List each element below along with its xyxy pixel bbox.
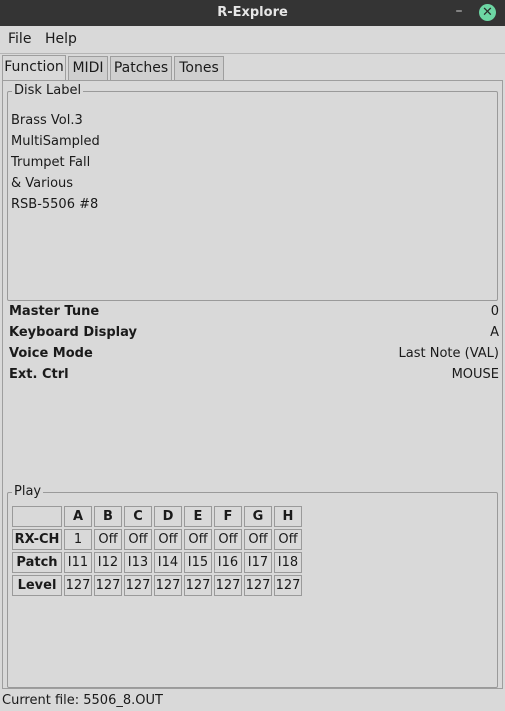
table-header-row: A B C D E F G H — [12, 506, 302, 527]
row-header: RX-CH — [12, 529, 62, 550]
param-keyboard-display: Keyboard Display A — [9, 325, 499, 345]
level-cell: 127 — [154, 575, 182, 596]
column-header: E — [184, 506, 212, 527]
disk-label-line: MultiSampled — [11, 134, 100, 149]
rxch-cell: Off — [154, 529, 182, 550]
status-bar: Current file: 5506_8.OUT — [2, 693, 163, 708]
param-label: Voice Mode — [9, 346, 93, 361]
patch-cell: I11 — [64, 552, 92, 573]
tab-function[interactable]: Function — [2, 55, 66, 81]
disk-label-title: Disk Label — [12, 83, 84, 98]
param-label: Keyboard Display — [9, 325, 137, 340]
level-cell: 127 — [64, 575, 92, 596]
menu-file[interactable]: File — [8, 31, 31, 47]
rxch-cell: Off — [94, 529, 122, 550]
level-cell: 127 — [214, 575, 242, 596]
disk-label-group: Disk Label Brass Vol.3 MultiSampled Trum… — [7, 84, 498, 301]
rxch-cell: Off — [184, 529, 212, 550]
param-value: 0 — [490, 304, 499, 319]
disk-label-line: Trumpet Fall — [11, 155, 91, 170]
patch-cell: I17 — [244, 552, 272, 573]
param-value: Last Note (VAL) — [398, 346, 499, 361]
play-table: A B C D E F G H RX-CH 1 Off Off Off Off … — [10, 504, 304, 598]
table-row: Patch I11 I12 I13 I14 I15 I16 I17 I18 — [12, 552, 302, 573]
column-header: F — [214, 506, 242, 527]
main-window: File Help Function MIDI Patches Tones Di… — [0, 26, 505, 711]
tab-tones[interactable]: Tones — [174, 56, 224, 80]
level-cell: 127 — [94, 575, 122, 596]
minimize-icon[interactable]: – — [451, 2, 467, 20]
table-corner — [12, 506, 62, 527]
play-group: Play A B C D E F G H RX-CH 1 Off Off Off… — [7, 485, 498, 688]
column-header: C — [124, 506, 152, 527]
table-row: Level 127 127 127 127 127 127 127 127 — [12, 575, 302, 596]
column-header: B — [94, 506, 122, 527]
param-voice-mode: Voice Mode Last Note (VAL) — [9, 346, 499, 366]
rxch-cell: Off — [124, 529, 152, 550]
patch-cell: I15 — [184, 552, 212, 573]
tab-patches[interactable]: Patches — [110, 56, 172, 80]
patch-cell: I18 — [274, 552, 302, 573]
column-header: H — [274, 506, 302, 527]
rxch-cell: Off — [274, 529, 302, 550]
row-header: Patch — [12, 552, 62, 573]
level-cell: 127 — [124, 575, 152, 596]
patch-cell: I16 — [214, 552, 242, 573]
param-value: A — [490, 325, 499, 340]
menu-bar: File Help — [0, 26, 505, 54]
table-row: RX-CH 1 Off Off Off Off Off Off Off — [12, 529, 302, 550]
title-bar: R-Explore – ✕ — [0, 0, 505, 26]
param-master-tune: Master Tune 0 — [9, 304, 499, 324]
disk-label-text[interactable]: Brass Vol.3 MultiSampled Trumpet Fall & … — [11, 110, 100, 215]
level-cell: 127 — [184, 575, 212, 596]
menu-help[interactable]: Help — [45, 31, 77, 47]
tab-midi[interactable]: MIDI — [68, 56, 108, 80]
column-header: A — [64, 506, 92, 527]
rxch-cell: 1 — [64, 529, 92, 550]
play-title: Play — [12, 484, 44, 499]
column-header: D — [154, 506, 182, 527]
function-panel: Disk Label Brass Vol.3 MultiSampled Trum… — [2, 80, 503, 689]
window-title: R-Explore — [217, 5, 288, 20]
param-label: Ext. Ctrl — [9, 367, 69, 382]
level-cell: 127 — [274, 575, 302, 596]
disk-label-line: RSB-5506 #8 — [11, 197, 99, 212]
param-label: Master Tune — [9, 304, 100, 319]
patch-cell: I14 — [154, 552, 182, 573]
param-value: MOUSE — [451, 367, 499, 382]
level-cell: 127 — [244, 575, 272, 596]
row-header: Level — [12, 575, 62, 596]
patch-cell: I12 — [94, 552, 122, 573]
disk-label-line: & Various — [11, 176, 74, 191]
patch-cell: I13 — [124, 552, 152, 573]
disk-label-line: Brass Vol.3 — [11, 113, 83, 128]
rxch-cell: Off — [244, 529, 272, 550]
param-ext-ctrl: Ext. Ctrl MOUSE — [9, 367, 499, 387]
column-header: G — [244, 506, 272, 527]
close-icon[interactable]: ✕ — [479, 4, 496, 21]
rxch-cell: Off — [214, 529, 242, 550]
